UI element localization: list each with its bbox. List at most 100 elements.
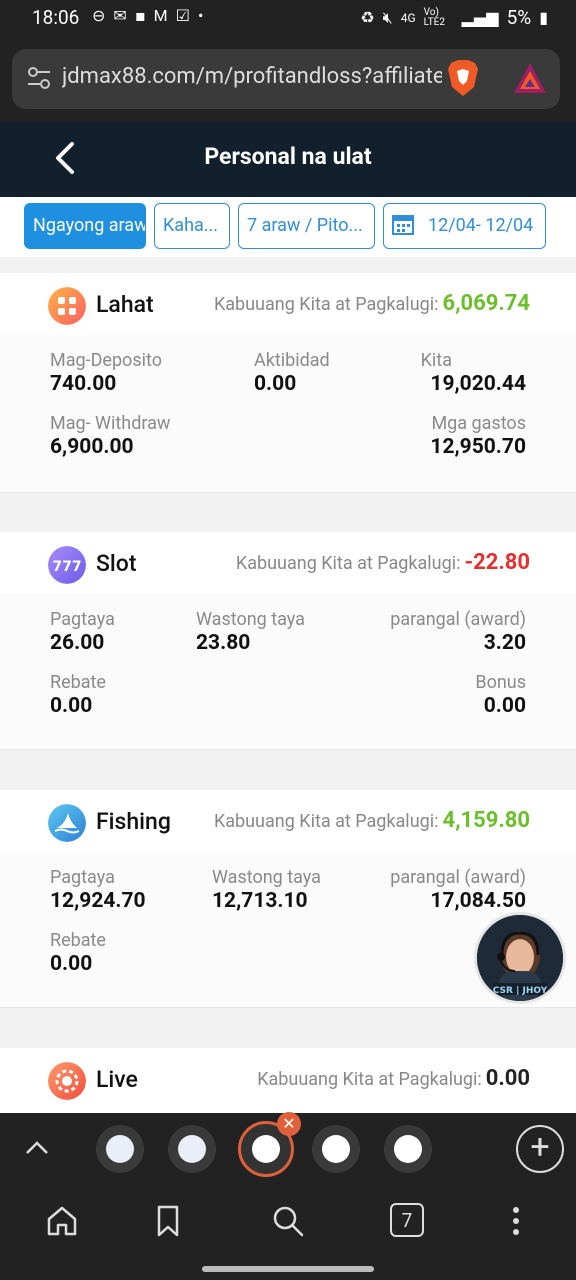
date-filter-bar: Ngayong araw Kaha... 7 araw / Pito... 12… — [0, 197, 576, 257]
valid-bet-label: Wastong taya — [196, 609, 305, 630]
date-range-picker[interactable]: 12/04- 12/04 — [383, 203, 546, 249]
total-label: Kabuuang Kita at Pagkalugi: — [213, 294, 439, 315]
customer-support-button[interactable]: CSR | JHOY — [474, 912, 566, 1004]
income-value: 19,020.44 — [430, 372, 526, 396]
date-range-text: 12/04- 12/04 — [428, 215, 534, 236]
calendar-icon — [392, 215, 414, 236]
system-icons: ♻ 🔇︎ 4G Vo) LTE2 ▂▄▆ 5% ▮ — [360, 6, 548, 29]
total-value: 4,159.80 — [442, 808, 530, 833]
svg-text:777: 777 — [52, 559, 81, 575]
bet-label: Pagtaya — [50, 867, 115, 888]
slot-machine-icon: 777 — [48, 546, 86, 584]
total-profit-loss: Kabuuang Kita at Pagkalugi: 0.00 — [257, 1066, 530, 1091]
card-title: Lahat — [96, 291, 154, 318]
shark-fin-icon — [48, 804, 86, 842]
more-menu-icon[interactable] — [498, 1203, 534, 1239]
notification-icons: ⊖ ✉ ▪ M ☑ • — [92, 6, 203, 25]
page-header: Personal na ulat — [0, 122, 576, 197]
valid-bet-value: 23.80 — [196, 631, 251, 655]
favicon-icon — [178, 1135, 206, 1163]
browser-tab[interactable] — [384, 1125, 432, 1173]
new-tab-button[interactable]: + — [516, 1125, 564, 1173]
award-label: parangal (award) — [390, 867, 526, 888]
filter-7-days[interactable]: 7 araw / Pito... — [238, 203, 375, 249]
bookmark-icon[interactable] — [150, 1203, 186, 1239]
dnd-icon: ⊖ — [92, 6, 106, 25]
close-tab-icon[interactable]: ✕ — [277, 1112, 301, 1136]
grid-icon — [48, 287, 86, 325]
total-label: Kabuuang Kita at Pagkalugi: — [213, 811, 439, 832]
favicon-icon — [252, 1135, 280, 1163]
browser-toolbar: jdmax88.com/m/profitandloss?affiliate — [0, 36, 576, 122]
valid-bet-value: 12,713.10 — [212, 889, 308, 913]
browser-tab[interactable] — [168, 1125, 216, 1173]
bet-value: 26.00 — [50, 631, 105, 655]
award-value: 17,084.50 — [430, 889, 526, 913]
deposit-label: Mag-Deposito — [50, 350, 162, 371]
total-profit-loss: Kabuuang Kita at Pagkalugi: 6,069.74 — [214, 291, 530, 316]
card-header: Live Kabuuang Kita at Pagkalugi: 0.00 — [0, 1048, 576, 1113]
battery-icon: ▮ — [539, 8, 548, 27]
chat-icon: ▪ — [134, 6, 146, 25]
support-agent-avatar: CSR | JHOY — [477, 915, 563, 1001]
bet-label: Pagtaya — [50, 609, 115, 630]
card-slot: 777 Slot Kabuuang Kita at Pagkalugi: -22.… — [0, 532, 576, 750]
tab-switcher-button[interactable]: 7 — [390, 1203, 424, 1237]
site-settings-icon[interactable] — [26, 65, 52, 91]
network-label: 4G — [400, 10, 416, 25]
filter-today[interactable]: Ngayong araw — [24, 203, 146, 249]
card-title: Fishing — [96, 808, 171, 835]
total-label: Kabuuang Kita at Pagkalugi: — [235, 553, 461, 574]
messenger-icon: ✉ — [113, 6, 127, 25]
rebate-value: 0.00 — [50, 952, 93, 976]
card-header: Lahat Kabuuang Kita at Pagkalugi: 6,069.7… — [0, 273, 576, 335]
favicon-icon — [106, 1135, 134, 1163]
card-header: 777 Slot Kabuuang Kita at Pagkalugi: -22.… — [0, 532, 576, 594]
rebate-value: 0.00 — [50, 694, 93, 718]
volte-label: Vo) LTE2 — [423, 6, 445, 28]
status-bar: 18:06 ⊖ ✉ ▪ M ☑ • ♻ 🔇︎ 4G Vo) LTE2 ▂▄▆ 5… — [0, 0, 576, 36]
bet-value: 12,924.70 — [50, 889, 146, 913]
brave-shields-icon[interactable] — [446, 59, 480, 97]
casino-chip-icon — [48, 1062, 86, 1100]
card-title: Slot — [96, 550, 137, 577]
rebate-label: Rebate — [50, 930, 106, 951]
browser-tab-strip: ✕ + — [0, 1112, 576, 1185]
activity-label: Aktibidad — [254, 350, 330, 371]
card-lahat: Lahat Kabuuang Kita at Pagkalugi: 6,069.7… — [0, 273, 576, 493]
browser-tab[interactable] — [96, 1125, 144, 1173]
status-time: 18:06 — [32, 6, 80, 29]
url-text[interactable]: jdmax88.com/m/profitandloss?affiliate — [62, 64, 442, 89]
data-saver-icon: ♻ — [360, 8, 375, 27]
chevron-up-icon[interactable] — [24, 1135, 50, 1161]
withdraw-value: 6,900.00 — [50, 435, 134, 459]
address-bar[interactable]: jdmax88.com/m/profitandloss?affiliate — [12, 49, 560, 109]
search-icon[interactable] — [270, 1203, 306, 1239]
total-value: 0.00 — [485, 1066, 530, 1091]
support-badge-text: CSR | JHOY — [493, 986, 548, 996]
home-icon[interactable] — [44, 1203, 80, 1239]
total-profit-loss: Kabuuang Kita at Pagkalugi: -22.80 — [236, 550, 530, 575]
gesture-bar[interactable] — [202, 1266, 374, 1272]
mute-icon: 🔇︎ — [382, 7, 393, 27]
check-icon: ☑ — [175, 6, 190, 25]
browser-tab-active[interactable]: ✕ — [238, 1112, 301, 1177]
battery-label: 5% — [506, 6, 532, 29]
valid-bet-label: Wastong taya — [212, 867, 321, 888]
expense-value: 12,950.70 — [430, 435, 526, 459]
card-title: Live — [96, 1066, 138, 1093]
total-label: Kabuuang Kita at Pagkalugi: — [257, 1069, 482, 1090]
signal-icon: ▂▄▆ — [461, 8, 499, 27]
activity-value: 0.00 — [254, 372, 297, 396]
globe-icon — [394, 1135, 422, 1163]
award-label: parangal (award) — [390, 609, 526, 630]
rebate-label: Rebate — [50, 672, 106, 693]
dot-icon: • — [197, 6, 204, 25]
filter-yesterday[interactable]: Kaha... — [154, 203, 230, 249]
total-value: -22.80 — [464, 550, 530, 575]
page-title: Personal na ulat — [204, 143, 372, 170]
withdraw-label: Mag- Withdraw — [50, 413, 171, 434]
browser-tab[interactable] — [312, 1125, 360, 1173]
gmail-icon: M — [153, 6, 168, 25]
brave-rewards-icon[interactable] — [512, 61, 548, 95]
